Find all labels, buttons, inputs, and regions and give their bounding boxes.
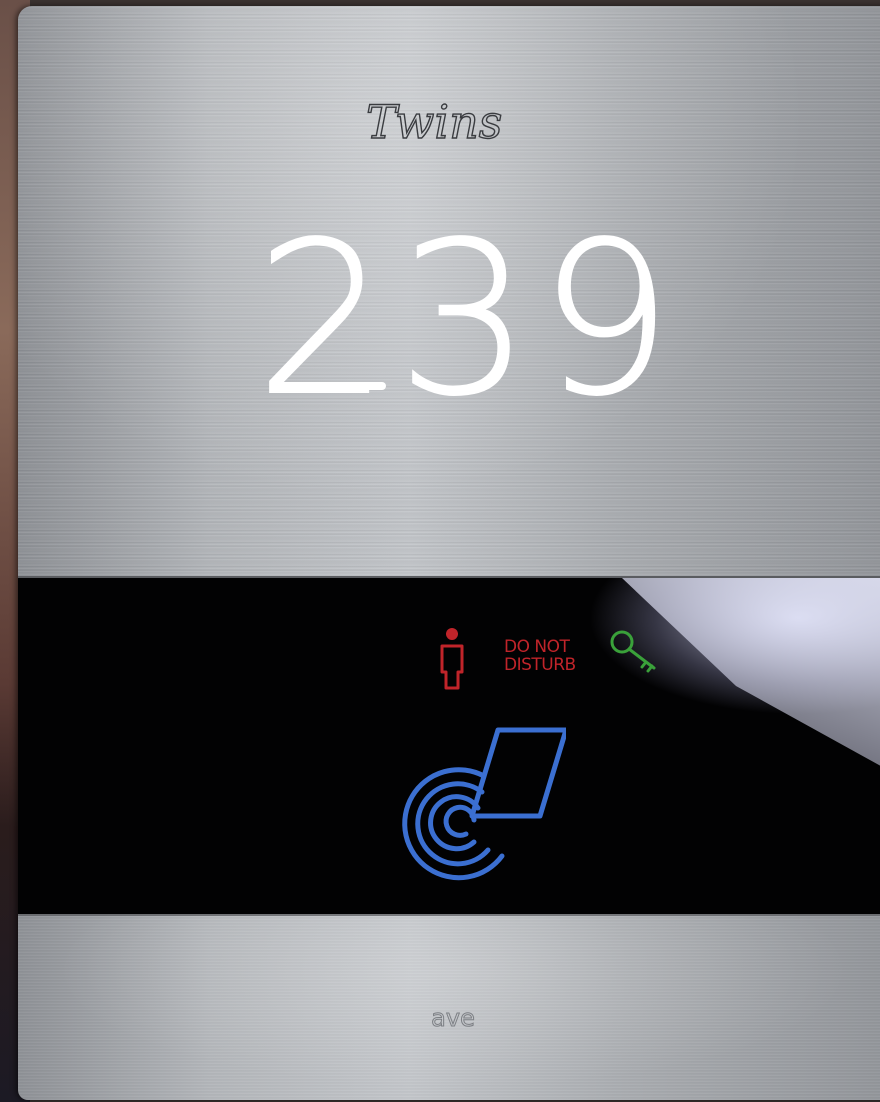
contactless-card-icon [402, 727, 566, 881]
lower-steel-plate: ave [18, 914, 880, 1100]
room-number: 239 [255, 202, 681, 412]
maker-logo: ave [431, 1004, 476, 1032]
room-door-panel: Twins 239 DO NOT DISTURB ave [18, 6, 880, 1100]
key-icon [610, 630, 656, 673]
svg-text:239: 239 [256, 202, 681, 412]
glass-display-strip: DO NOT DISTURB [18, 576, 880, 916]
upper-steel-plate: Twins 239 [18, 6, 880, 571]
svg-text:ave: ave [431, 1004, 475, 1032]
brand-logo: Twins [365, 94, 503, 149]
do-not-disturb-label: DO NOT DISTURB [504, 637, 576, 675]
person-icon [440, 628, 464, 690]
svg-text:Twins: Twins [366, 95, 502, 149]
